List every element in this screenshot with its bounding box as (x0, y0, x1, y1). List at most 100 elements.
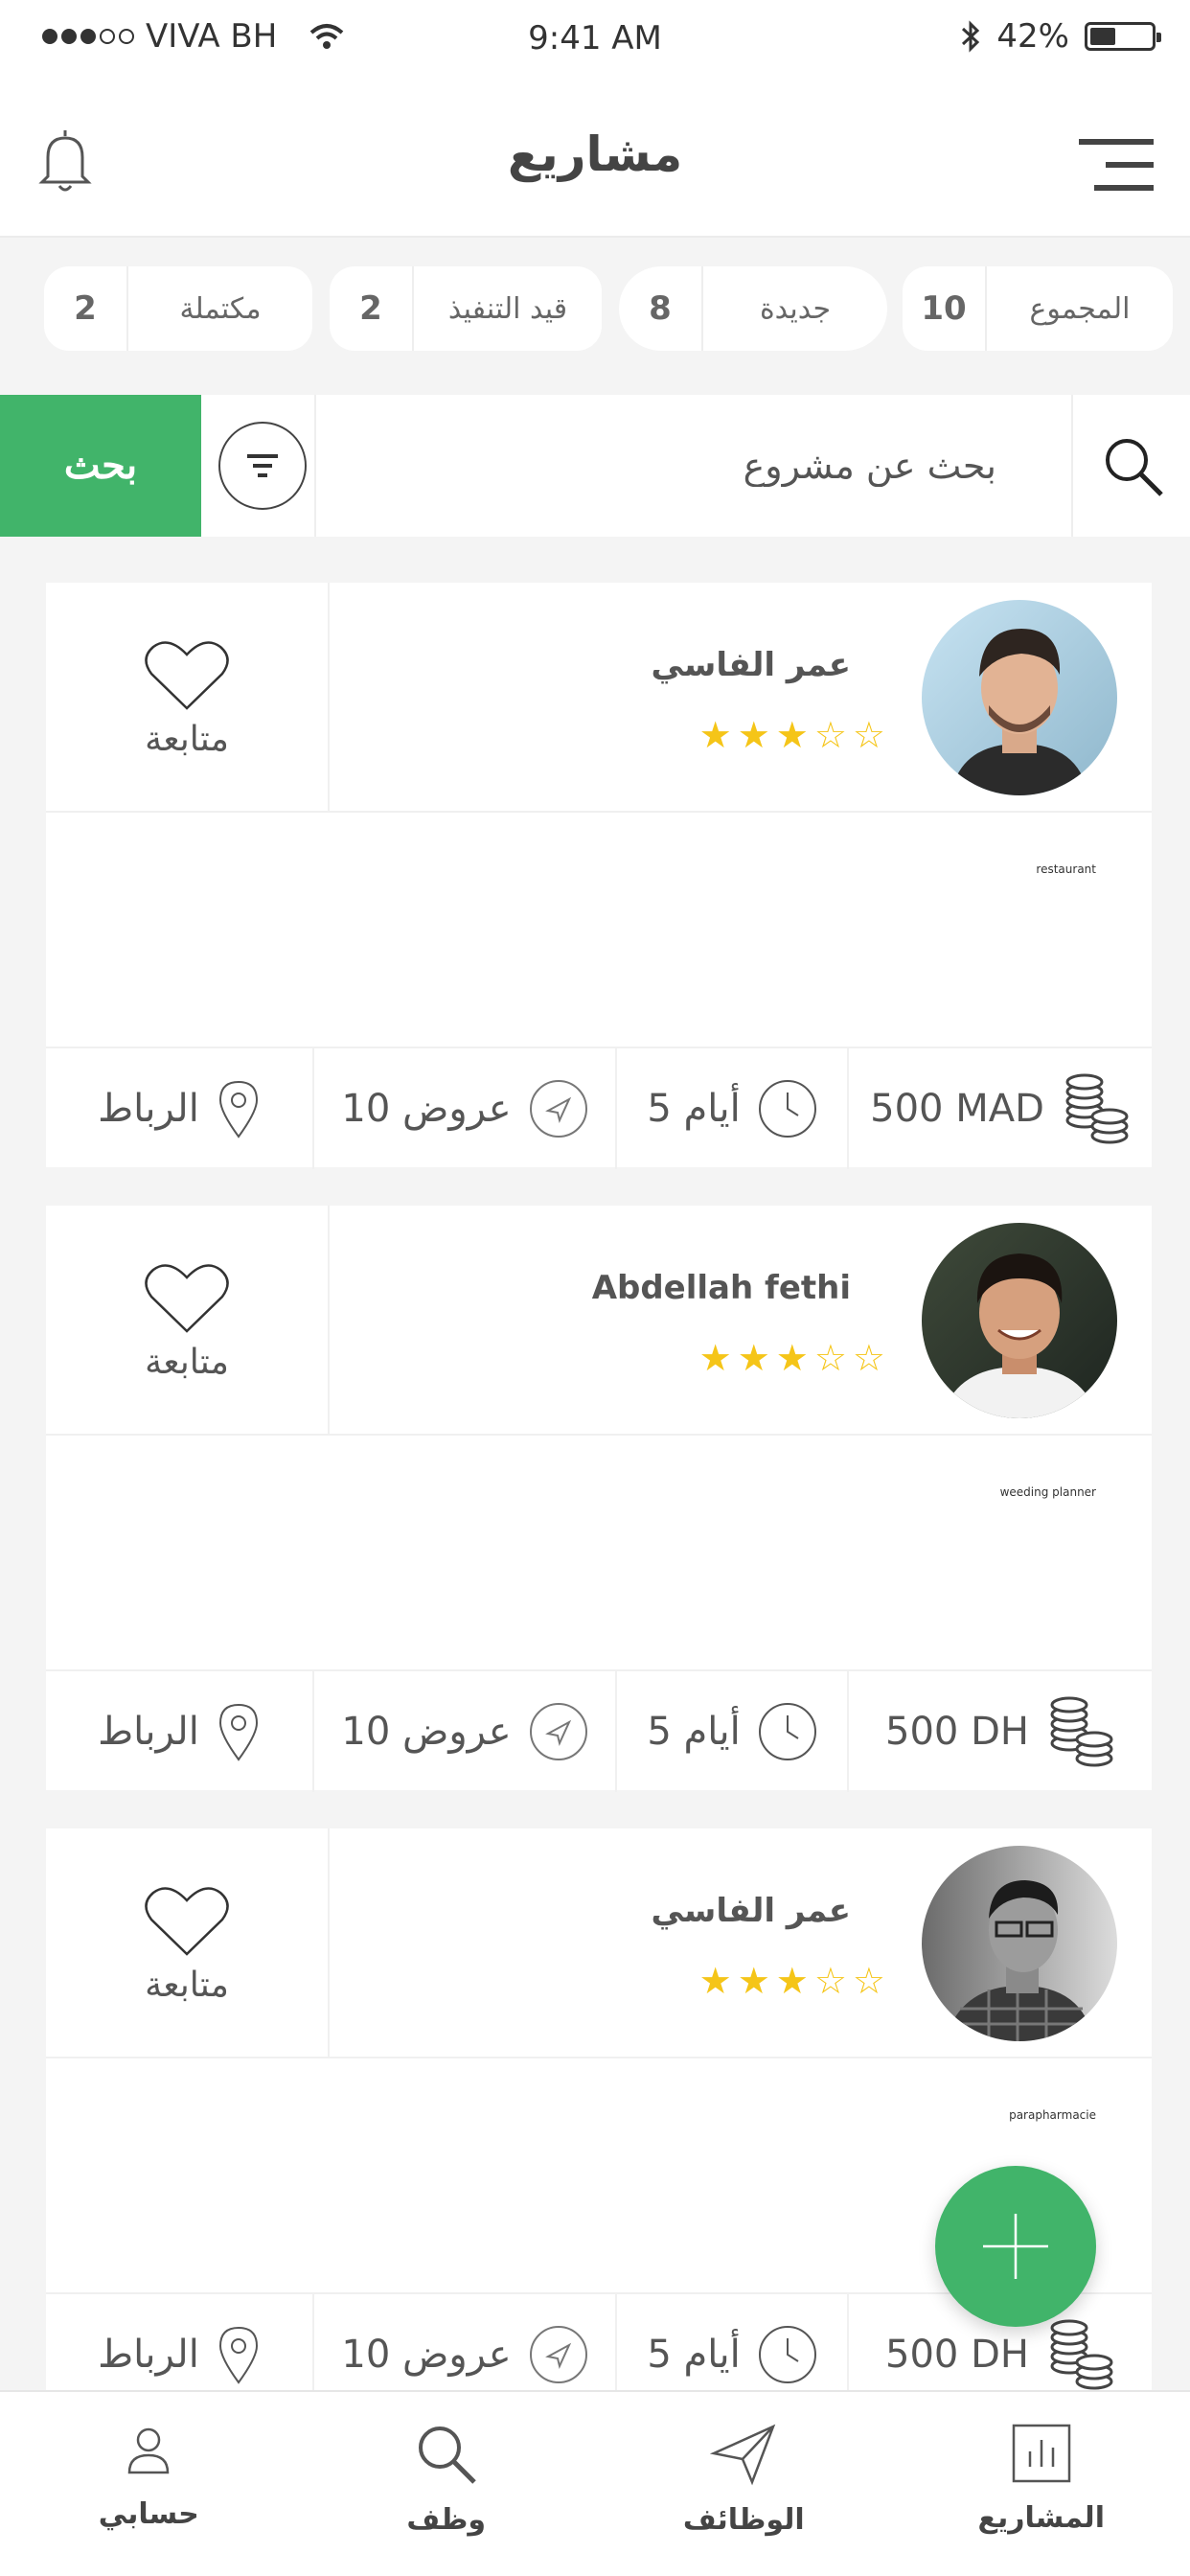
menu-button[interactable] (1077, 136, 1156, 197)
follow-label: متابعة (145, 1342, 229, 1382)
offers-text: 10 عروض (341, 2333, 512, 2377)
clock-icon (758, 2326, 816, 2383)
chart-icon (1012, 2424, 1070, 2483)
battery-icon (1085, 22, 1161, 51)
project-duration: 5 أيام (617, 1048, 849, 1169)
stat-total-label: المجموع (1029, 291, 1131, 326)
star-empty-icon: ☆ (852, 1337, 885, 1379)
project-offers: 10 عروض (314, 1671, 617, 1792)
nav-item-hire[interactable]: وظف (298, 2392, 596, 2576)
send-icon (529, 1080, 587, 1138)
project-card[interactable]: متابعة عمر الفاسي ★ ★ ★ ☆ ☆ restaurant ا… (46, 583, 1152, 1169)
follow-button[interactable]: متابعة (46, 1206, 330, 1436)
stat-new-count: 8 (619, 266, 703, 351)
heart-icon (145, 1263, 229, 1333)
clock-icon (758, 1703, 816, 1760)
star-filled-icon: ★ (698, 1337, 732, 1379)
offers-text: 10 عروض (341, 1087, 512, 1131)
stat-total[interactable]: 10 المجموع (903, 266, 1173, 351)
user-name[interactable]: Abdellah fethi (592, 1269, 851, 1307)
price-text: 500 DH (885, 1710, 1029, 1754)
battery-percent: 42% (996, 17, 1069, 56)
card-body: weeding planner (46, 1436, 1152, 1669)
filter-icon (247, 454, 278, 477)
nav-label: وظف (406, 2503, 487, 2537)
avatar[interactable] (922, 600, 1117, 795)
follow-button[interactable]: متابعة (46, 1828, 330, 2058)
stat-completed[interactable]: 2 مكتملة (44, 266, 312, 351)
location-text: الرباط (98, 1087, 199, 1131)
filter-button[interactable] (218, 422, 307, 510)
stat-new-label: جديدة (759, 291, 832, 326)
project-category: weeding planner (999, 1485, 1096, 1499)
nav-label: حسابي (98, 2497, 199, 2531)
search-button[interactable]: بحث (0, 395, 201, 537)
add-project-button[interactable] (935, 2166, 1096, 2327)
coins-icon (1050, 1696, 1113, 1767)
avatar[interactable] (922, 1223, 1117, 1418)
search-icon (418, 2426, 476, 2484)
card-footer: الرباط 10 عروض 5 أيام 500 MAD (46, 1046, 1152, 1169)
follow-label: متابعة (145, 719, 229, 759)
user-name[interactable]: عمر الفاسي (652, 646, 852, 684)
stat-in-progress[interactable]: 2 قيد التنفيذ (330, 266, 602, 351)
days-text: 5 أيام (647, 2333, 741, 2377)
offers-text: 10 عروض (341, 1710, 512, 1754)
star-filled-icon: ★ (737, 1960, 770, 2002)
stat-in-progress-count: 2 (330, 266, 414, 351)
search-bar: بحث (0, 395, 1190, 537)
rating-stars: ★ ★ ★ ☆ ☆ (699, 717, 885, 753)
days-text: 5 أيام (647, 1710, 741, 1754)
menu-icon (1079, 139, 1154, 191)
project-duration: 5 أيام (617, 1671, 849, 1792)
heart-icon (145, 640, 229, 710)
divider (314, 395, 316, 537)
stat-completed-label: مكتملة (179, 291, 262, 326)
star-filled-icon: ★ (698, 1960, 732, 2002)
project-category: restaurant (1036, 862, 1096, 876)
price-text: 500 MAD (870, 1087, 1044, 1131)
project-card[interactable]: متابعة Abdellah fethi ★ ★ ★ ☆ ☆ weeding … (46, 1206, 1152, 1792)
location-text: الرباط (98, 1710, 199, 1754)
nav-item-projects[interactable]: المشاريع (893, 2392, 1190, 2576)
user-name[interactable]: عمر الفاسي (652, 1892, 852, 1930)
star-empty-icon: ☆ (852, 1960, 885, 2002)
days-text: 5 أيام (647, 1087, 741, 1131)
nav-item-account[interactable]: حسابي (0, 2392, 298, 2576)
project-location: الرباط (46, 1671, 314, 1792)
star-empty-icon: ☆ (813, 714, 847, 756)
card-header: متابعة عمر الفاسي ★ ★ ★ ☆ ☆ (46, 1828, 1152, 2058)
nav-item-jobs[interactable]: الوظائف (595, 2392, 893, 2576)
rating-stars: ★ ★ ★ ☆ ☆ (699, 1340, 885, 1376)
location-pin-icon (218, 2326, 258, 2384)
follow-button[interactable]: متابعة (46, 583, 330, 813)
price-text: 500 DH (885, 2333, 1029, 2377)
stat-completed-count: 2 (44, 266, 128, 351)
location-pin-icon (218, 1080, 258, 1138)
star-empty-icon: ☆ (813, 1337, 847, 1379)
star-empty-icon: ☆ (852, 714, 885, 756)
follow-label: متابعة (145, 1965, 229, 2005)
stat-total-count: 10 (903, 266, 987, 351)
star-filled-icon: ★ (775, 714, 809, 756)
search-icon[interactable] (1102, 435, 1165, 498)
star-filled-icon: ★ (775, 1960, 809, 2002)
stat-new[interactable]: 8 جديدة (619, 266, 887, 351)
send-icon (710, 2424, 776, 2486)
project-category: parapharmacie (1009, 2108, 1096, 2122)
send-icon (529, 2326, 587, 2383)
header: مشاريع (0, 77, 1190, 238)
status-bar: VIVA BH 9:41 AM 42% (0, 0, 1190, 77)
stat-in-progress-label: قيد التنفيذ (447, 291, 568, 326)
location-pin-icon (218, 1703, 258, 1761)
card-header: متابعة عمر الفاسي ★ ★ ★ ☆ ☆ (46, 583, 1152, 813)
status-right: 42% (960, 17, 1161, 56)
project-card[interactable]: متابعة عمر الفاسي ★ ★ ★ ☆ ☆ parapharmaci… (46, 1828, 1152, 2415)
location-text: الرباط (98, 2333, 199, 2377)
bluetooth-icon (962, 20, 980, 53)
card-header: متابعة Abdellah fethi ★ ★ ★ ☆ ☆ (46, 1206, 1152, 1436)
avatar[interactable] (922, 1846, 1117, 2041)
nav-label: المشاريع (977, 2501, 1105, 2535)
search-input[interactable] (326, 424, 996, 508)
plus-icon (983, 2214, 1048, 2279)
